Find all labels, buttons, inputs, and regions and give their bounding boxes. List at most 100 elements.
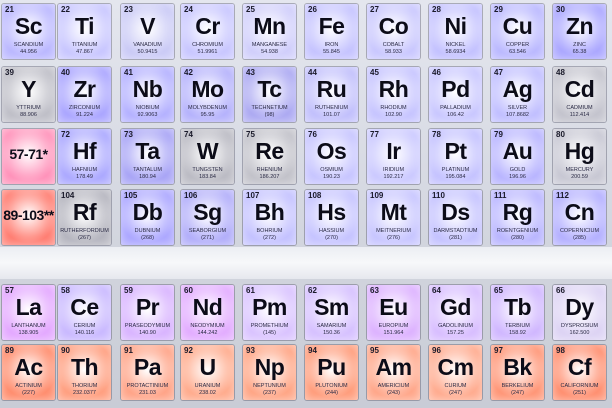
element-mass: (247) — [449, 390, 462, 396]
element-tile: 110 Ds DARMSTADTIUM (281) — [429, 190, 482, 245]
element-symbol: Hg — [564, 138, 595, 164]
element-tile: 77 Ir IRIDIUM 192.217 — [367, 129, 420, 184]
element-name: NEODYMIUM — [190, 323, 225, 329]
element-mass: 54.938 — [261, 49, 278, 55]
element-mass: (272) — [263, 235, 276, 241]
element-name: HASSIUM — [318, 228, 345, 234]
element-symbol: Gd — [440, 294, 471, 320]
element-tile: 107 Bh BOHRIUM (272) — [243, 190, 296, 245]
element-mass: (237) — [263, 390, 276, 396]
element-tile: 109 Mt MEITNERIUM (276) — [367, 190, 420, 245]
element-symbol: Rh — [378, 76, 409, 102]
element-name: TITANIUM — [71, 42, 98, 48]
element-symbol: Ds — [441, 199, 470, 225]
element-mass: (145) — [263, 330, 276, 336]
element-tile: 111 Rg ROENTGENIUM (280) — [491, 190, 544, 245]
element-symbol: Y — [21, 76, 36, 102]
element-symbol: Co — [378, 13, 409, 39]
element-mass: 44.956 — [20, 49, 37, 55]
element-symbol: W — [196, 138, 219, 164]
element-name: MANGANESE — [251, 42, 288, 48]
element-tile: 40 Zr ZIRCONIUM 91.224 — [58, 67, 111, 122]
element-mass: 162.500 — [569, 330, 590, 336]
element-symbol: Mo — [191, 76, 224, 102]
element-tile: 80 Hg MERCURY 200.59 — [553, 129, 606, 184]
element-name: COPPER — [505, 42, 530, 48]
element-tile: 97 Bk BERKELIUM (247) — [491, 345, 544, 400]
element-tile: 26 Fe IRON 55.845 — [305, 4, 358, 59]
element-symbol: Np — [254, 354, 285, 380]
element-name: ZINC — [573, 42, 586, 48]
element-tile: 64 Gd GADOLINIUM 157.25 — [429, 285, 482, 340]
element-mass: 195.084 — [445, 174, 466, 180]
element-tile: 93 Np NEPTUNIUM (237) — [243, 345, 296, 400]
element-symbol: Sm — [314, 294, 349, 320]
element-symbol: Pu — [317, 354, 346, 380]
element-mass: 151.964 — [383, 330, 404, 336]
element-mass: (271) — [201, 235, 214, 241]
element-name: ROENTGENIUM — [496, 228, 539, 234]
element-symbol: Cn — [564, 199, 595, 225]
element-mass: 140.90 — [139, 330, 156, 336]
element-name: SAMARIUM — [316, 323, 347, 329]
element-tile: 75 Re RHENIUM 186.207 — [243, 129, 296, 184]
element-name: TUNGSTEN — [192, 167, 223, 173]
element-tile: 23 V VANADIUM 50.9415 — [121, 4, 174, 59]
element-name: IRIDIUM — [382, 167, 405, 173]
element-name: LANTHANUM — [11, 323, 46, 329]
element-name: CURIUM — [444, 383, 467, 389]
element-mass: 95.95 — [200, 112, 215, 118]
element-mass: 157.25 — [447, 330, 464, 336]
element-name: GOLD — [509, 167, 526, 173]
element-mass: 180.94 — [139, 174, 156, 180]
element-mass: 186.207 — [259, 174, 280, 180]
element-symbol: Mt — [380, 199, 407, 225]
element-tile: 94 Pu PLUTONIUM (244) — [305, 345, 358, 400]
element-mass: (227) — [22, 390, 35, 396]
element-name: SCANDIUM — [13, 42, 44, 48]
element-name: SILVER — [507, 105, 528, 111]
element-symbol: Cr — [195, 13, 220, 39]
element-mass: (267) — [78, 235, 91, 241]
element-mass: (268) — [141, 235, 154, 241]
element-name: RHENIUM — [256, 167, 283, 173]
element-symbol: Eu — [379, 294, 408, 320]
element-symbol: Ti — [74, 13, 95, 39]
element-tile: 89 Ac ACTINIUM (227) — [2, 345, 55, 400]
element-tile: 96 Cm CURIUM (247) — [429, 345, 482, 400]
element-mass: 102.90 — [385, 112, 402, 118]
element-tile: 45 Rh RHODIUM 102.90 — [367, 67, 420, 122]
element-tile: 22 Ti TITANIUM 47.867 — [58, 4, 111, 59]
element-symbol: Nd — [192, 294, 223, 320]
element-symbol: Pd — [441, 76, 470, 102]
element-name: TANTALUM — [133, 167, 162, 173]
element-symbol: Db — [132, 199, 163, 225]
element-symbol: Nb — [132, 76, 163, 102]
element-mass: 200.59 — [571, 174, 588, 180]
element-mass: 232.0377 — [73, 390, 96, 396]
element-mass: 138.905 — [18, 330, 39, 336]
photo-periodic-table: 21 Sc SCANDIUM 44.956 22 Ti TITANIUM 47.867 23 V V… — [0, 0, 612, 408]
element-tile: 72 Hf HAFNIUM 178.49 — [58, 129, 111, 184]
element-symbol: Th — [70, 354, 99, 380]
element-mass: 183.84 — [199, 174, 216, 180]
element-symbol: Bh — [254, 199, 285, 225]
element-tile: 24 Cr CHROMIUM 51.9961 — [181, 4, 234, 59]
element-mass: 158.92 — [509, 330, 526, 336]
element-symbol: Zr — [73, 76, 97, 102]
element-name: DYSPROSIUM — [561, 323, 598, 329]
element-mass: 50.9415 — [137, 49, 158, 55]
element-name: EUROPIUM — [378, 323, 409, 329]
element-symbol: Pm — [252, 294, 287, 320]
element-name: PRASEODYMIUM — [124, 323, 171, 329]
element-name: CALIFORNIUM — [560, 383, 599, 389]
element-symbol: Ni — [444, 13, 468, 39]
element-tile: 59 Pr PRASEODYMIUM 140.90 — [121, 285, 174, 340]
element-symbol: Fe — [318, 13, 345, 39]
element-tile: 42 Mo MOLYBDENUM 95.95 — [181, 67, 234, 122]
element-name: COBALT — [382, 42, 405, 48]
element-tile: 47 Ag SILVER 107.8682 — [491, 67, 544, 122]
element-mass: 140.116 — [74, 330, 95, 336]
element-name: MEITNERIUM — [376, 228, 411, 234]
element-symbol: Tc — [257, 76, 282, 102]
